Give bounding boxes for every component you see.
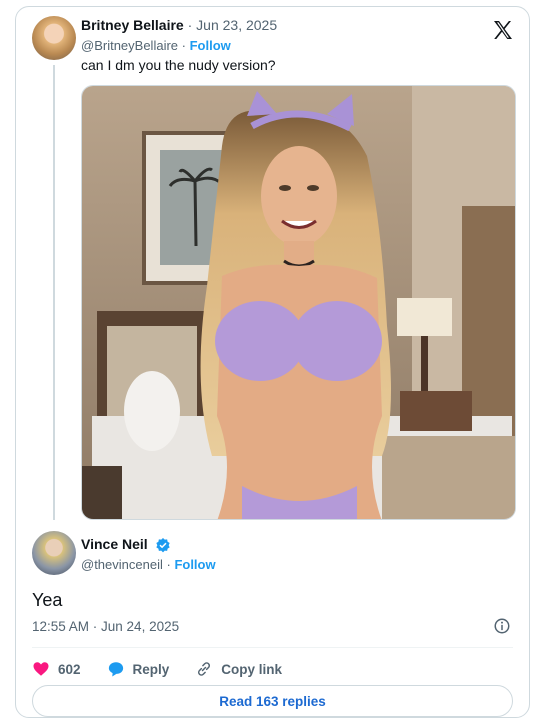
tweet-date[interactable]: Jun 23, 2025 bbox=[196, 17, 277, 33]
separator-dot: · bbox=[181, 38, 190, 53]
original-author-name[interactable]: Britney Bellaire · Jun 23, 2025 bbox=[81, 17, 277, 33]
x-logo-icon[interactable] bbox=[491, 18, 515, 42]
author-handle[interactable]: @BritneyBellaire bbox=[81, 38, 178, 53]
avatar-britney[interactable] bbox=[32, 16, 76, 60]
separator-dot: · bbox=[187, 17, 197, 33]
heart-icon bbox=[33, 662, 49, 676]
reply-author-name[interactable]: Vince Neil bbox=[81, 536, 148, 552]
follow-button[interactable]: Follow bbox=[190, 38, 231, 53]
action-bar: 602 Reply Copy link bbox=[32, 658, 308, 680]
thread-line bbox=[53, 65, 55, 520]
info-icon[interactable] bbox=[493, 617, 511, 635]
image-artwork bbox=[82, 86, 515, 519]
tweet-text: can I dm you the nudy version? bbox=[81, 57, 276, 73]
reply-bubble-icon bbox=[108, 662, 123, 677]
reply-handle-row: @thevinceneil · Follow bbox=[81, 557, 216, 572]
reply-author-row: Vince Neil bbox=[81, 536, 171, 553]
original-handle-row: @BritneyBellaire · Follow bbox=[81, 38, 231, 53]
reply-follow-button[interactable]: Follow bbox=[174, 557, 215, 572]
copy-link-action[interactable]: Copy link bbox=[195, 660, 282, 678]
read-replies-button[interactable]: Read 163 replies bbox=[32, 685, 513, 717]
read-replies-label: Read 163 replies bbox=[219, 693, 326, 709]
avatar-vince[interactable] bbox=[32, 531, 76, 575]
author-name-text[interactable]: Britney Bellaire bbox=[81, 17, 184, 33]
like-action[interactable]: 602 bbox=[32, 660, 81, 678]
verified-badge-icon bbox=[155, 538, 170, 553]
tweet-timestamp[interactable]: 12:55 AM · Jun 24, 2025 bbox=[32, 619, 179, 634]
reply-tweet-text: Yea bbox=[32, 590, 63, 610]
reply-author-handle[interactable]: @thevinceneil bbox=[81, 557, 163, 572]
divider bbox=[32, 647, 513, 648]
tweet-image[interactable] bbox=[81, 85, 516, 520]
embedded-tweet-card: Britney Bellaire · Jun 23, 2025 @Britney… bbox=[15, 6, 530, 718]
like-count: 602 bbox=[58, 661, 81, 677]
reply-action[interactable]: Reply bbox=[107, 660, 170, 678]
reply-label: Reply bbox=[132, 661, 170, 677]
copy-link-label: Copy link bbox=[221, 661, 283, 677]
link-icon bbox=[198, 662, 211, 676]
